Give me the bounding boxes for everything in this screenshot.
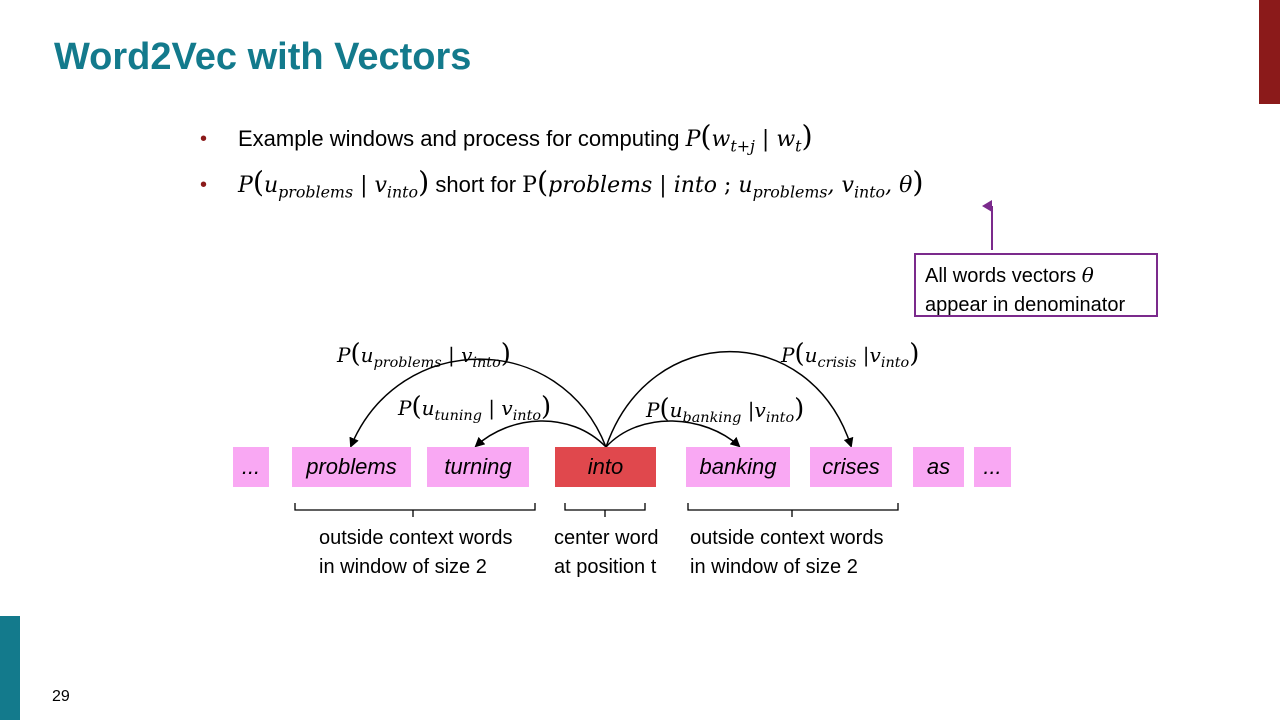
word-box-ellipsis: ...: [233, 447, 269, 487]
prob-label-tuning: P(utuning | vinto): [398, 392, 552, 425]
word-box-as: as: [913, 447, 964, 487]
word-box-turning: turning: [427, 447, 529, 487]
word-box-banking: banking: [686, 447, 790, 487]
caption-center-word: center word at position t: [554, 527, 659, 578]
word-box-crises: crises: [810, 447, 892, 487]
word-box-into: into: [555, 447, 656, 487]
page-number: 29: [52, 688, 70, 705]
word-box-problems: problems: [292, 447, 411, 487]
prob-label-banking: P(ubanking |vinto): [646, 394, 805, 427]
bracket-left-context: [294, 503, 536, 517]
caption-left-context: outside context words in window of size …: [319, 527, 513, 578]
prob-label-crisis: P(ucrisis |vinto): [781, 339, 920, 372]
bracket-center-word: [564, 503, 646, 517]
prob-label-problems: P(uproblems | vinto): [337, 339, 511, 372]
caption-right-context: outside context words in window of size …: [690, 527, 884, 578]
bracket-right-context: [687, 503, 899, 517]
arrow-layer: [294, 200, 993, 517]
word-box-ellipsis: ...: [974, 447, 1011, 487]
arrow-to-turning: [474, 420, 607, 448]
